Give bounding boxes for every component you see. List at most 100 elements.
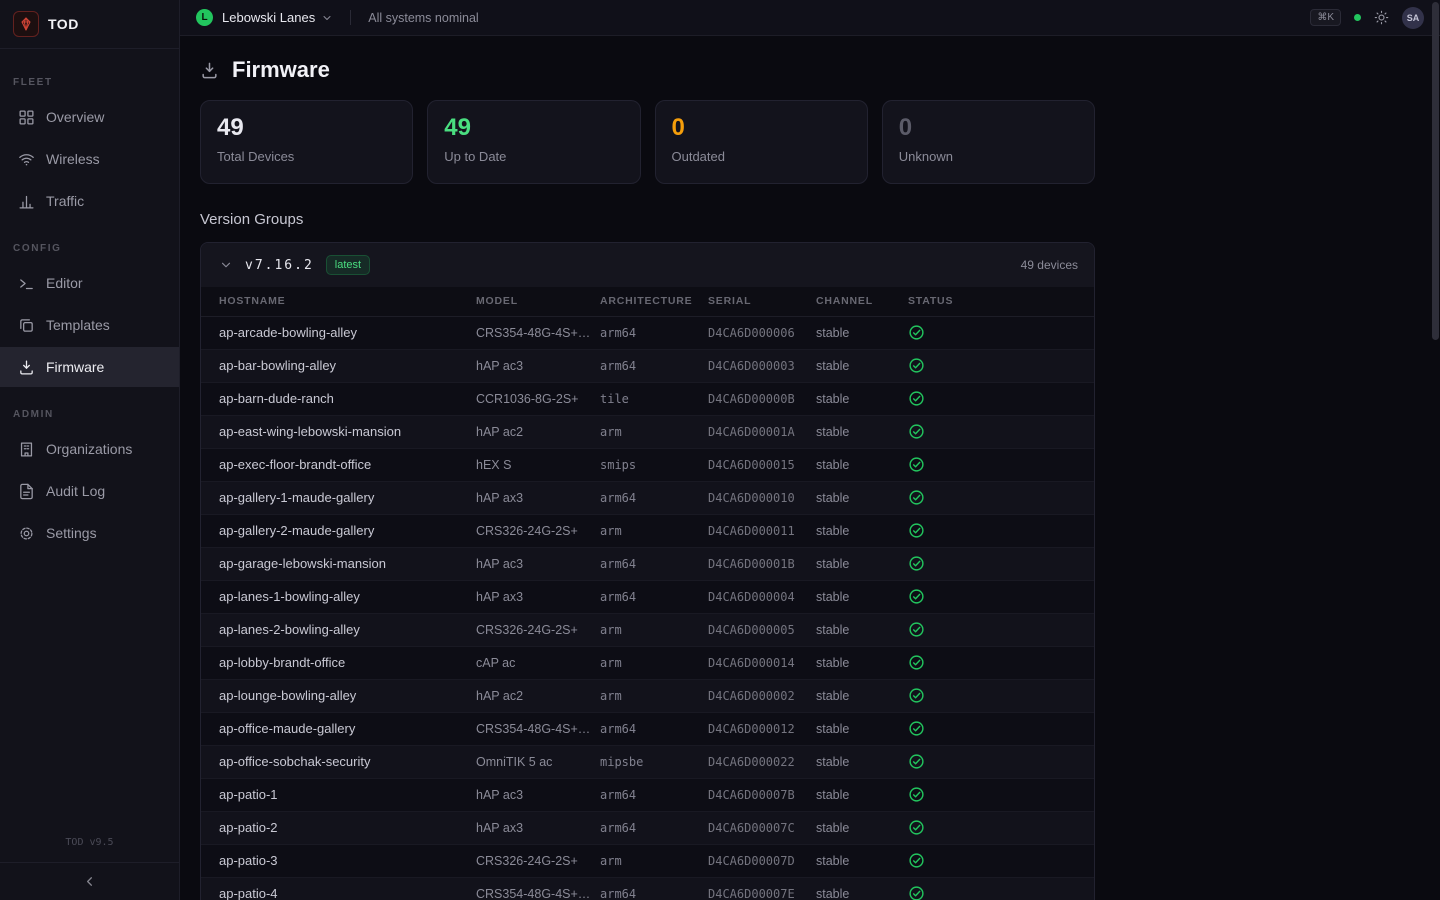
org-avatar: L — [196, 9, 213, 26]
version-label: v7.16.2 — [245, 258, 314, 273]
cell-channel: stable — [816, 811, 908, 844]
cell-serial: D4CA6D00000B — [708, 382, 816, 415]
stat-label: Total Devices — [217, 149, 396, 164]
sidebar-item-label: Audit Log — [46, 483, 105, 499]
cell-channel: stable — [816, 679, 908, 712]
col-model: MODEL — [476, 287, 600, 316]
check-circle-icon — [908, 357, 925, 374]
check-circle-icon — [908, 456, 925, 473]
sidebar-item-traffic[interactable]: Traffic — [0, 181, 179, 221]
table-row[interactable]: ap-gallery-1-maude-gallery hAP ax3 arm64… — [201, 481, 1094, 514]
cell-model: OmniTIK 5 ac — [476, 745, 600, 778]
stat-card-total-devices: 49 Total Devices — [200, 100, 413, 184]
cell-serial: D4CA6D000010 — [708, 481, 816, 514]
table-row[interactable]: ap-office-maude-gallery CRS354-48G-4S+… … — [201, 712, 1094, 745]
table-row[interactable]: ap-office-sobchak-security OmniTIK 5 ac … — [201, 745, 1094, 778]
table-row[interactable]: ap-east-wing-lebowski-mansion hAP ac2 ar… — [201, 415, 1094, 448]
sidebar-item-templates[interactable]: Templates — [0, 305, 179, 345]
cell-serial: D4CA6D000011 — [708, 514, 816, 547]
table-row[interactable]: ap-exec-floor-brandt-office hEX S smips … — [201, 448, 1094, 481]
device-table-body: ap-arcade-bowling-alley CRS354-48G-4S+… … — [201, 316, 1094, 900]
chevron-left-icon — [82, 874, 97, 889]
cell-serial: D4CA6D000003 — [708, 349, 816, 382]
cell-status — [908, 844, 1094, 877]
cell-status — [908, 382, 1094, 415]
sidebar-nav: FLEET Overview Wireless Traffic CONFIG — [0, 49, 179, 837]
app-logo-icon — [13, 11, 39, 37]
table-row[interactable]: ap-gallery-2-maude-gallery CRS326-24G-2S… — [201, 514, 1094, 547]
check-circle-icon — [908, 390, 925, 407]
cell-serial: D4CA6D00007E — [708, 877, 816, 900]
cell-serial: D4CA6D00001B — [708, 547, 816, 580]
sidebar-item-label: Templates — [46, 317, 110, 333]
table-row[interactable]: ap-lanes-1-bowling-alley hAP ax3 arm64 D… — [201, 580, 1094, 613]
table-row[interactable]: ap-patio-4 CRS354-48G-4S+… arm64 D4CA6D0… — [201, 877, 1094, 900]
cell-hostname: ap-patio-2 — [201, 811, 476, 844]
copy-icon — [18, 317, 35, 334]
stat-card-unknown: 0 Unknown — [882, 100, 1095, 184]
cell-model: hAP ax3 — [476, 811, 600, 844]
cell-architecture: mipsbe — [600, 745, 708, 778]
cell-architecture: arm — [600, 646, 708, 679]
cell-serial: D4CA6D000015 — [708, 448, 816, 481]
table-row[interactable]: ap-garage-lebowski-mansion hAP ac3 arm64… — [201, 547, 1094, 580]
cell-serial: D4CA6D000005 — [708, 613, 816, 646]
cell-hostname: ap-patio-4 — [201, 877, 476, 900]
cell-model: hAP ax3 — [476, 481, 600, 514]
table-row[interactable]: ap-arcade-bowling-alley CRS354-48G-4S+… … — [201, 316, 1094, 349]
table-row[interactable]: ap-lanes-2-bowling-alley CRS326-24G-2S+ … — [201, 613, 1094, 646]
user-avatar[interactable]: SA — [1402, 7, 1424, 29]
sidebar-item-organizations[interactable]: Organizations — [0, 429, 179, 469]
command-palette-shortcut[interactable]: ⌘K — [1310, 9, 1341, 26]
check-circle-icon — [908, 687, 925, 704]
cell-model: CRS326-24G-2S+ — [476, 514, 600, 547]
sidebar-collapse-button[interactable] — [0, 862, 179, 900]
sidebar-item-label: Traffic — [46, 193, 84, 209]
chevron-down-icon[interactable] — [219, 258, 233, 272]
sidebar-item-editor[interactable]: Editor — [0, 263, 179, 303]
cell-hostname: ap-lounge-bowling-alley — [201, 679, 476, 712]
sidebar-item-wireless[interactable]: Wireless — [0, 139, 179, 179]
cell-status — [908, 349, 1094, 382]
cell-hostname: ap-east-wing-lebowski-mansion — [201, 415, 476, 448]
cell-architecture: arm64 — [600, 877, 708, 900]
cell-model: CRS354-48G-4S+… — [476, 712, 600, 745]
gear-icon — [18, 525, 35, 542]
cell-hostname: ap-gallery-2-maude-gallery — [201, 514, 476, 547]
table-row[interactable]: ap-patio-3 CRS326-24G-2S+ arm D4CA6D0000… — [201, 844, 1094, 877]
cell-model: hEX S — [476, 448, 600, 481]
theme-toggle-button[interactable] — [1374, 10, 1389, 25]
cell-model: CCR1036-8G-2S+ — [476, 382, 600, 415]
cell-status — [908, 877, 1094, 900]
sidebar-item-firmware[interactable]: Firmware — [0, 347, 179, 387]
app-logo: TOD — [0, 0, 179, 49]
system-status-text: All systems nominal — [368, 11, 478, 25]
device-count: 49 devices — [1021, 258, 1078, 272]
table-row[interactable]: ap-patio-1 hAP ac3 arm64 D4CA6D00007B st… — [201, 778, 1094, 811]
org-switcher[interactable]: L Lebowski Lanes — [196, 9, 333, 26]
cell-architecture: arm64 — [600, 580, 708, 613]
cell-channel: stable — [816, 316, 908, 349]
sidebar-item-overview[interactable]: Overview — [0, 97, 179, 137]
cell-architecture: arm — [600, 844, 708, 877]
table-row[interactable]: ap-patio-2 hAP ax3 arm64 D4CA6D00007C st… — [201, 811, 1094, 844]
table-row[interactable]: ap-lounge-bowling-alley hAP ac2 arm D4CA… — [201, 679, 1094, 712]
cell-architecture: tile — [600, 382, 708, 415]
cell-hostname: ap-gallery-1-maude-gallery — [201, 481, 476, 514]
table-row[interactable]: ap-bar-bowling-alley hAP ac3 arm64 D4CA6… — [201, 349, 1094, 382]
terminal-icon — [18, 275, 35, 292]
cell-status — [908, 613, 1094, 646]
cell-model: hAP ac3 — [476, 349, 600, 382]
stat-value: 0 — [672, 114, 851, 143]
table-row[interactable]: ap-lobby-brandt-office cAP ac arm D4CA6D… — [201, 646, 1094, 679]
vertical-scrollbar[interactable] — [1432, 2, 1439, 340]
latest-badge: latest — [326, 255, 370, 275]
sidebar-item-audit-log[interactable]: Audit Log — [0, 471, 179, 511]
cell-architecture: arm — [600, 613, 708, 646]
sidebar-item-label: Overview — [46, 109, 104, 125]
sidebar-item-settings[interactable]: Settings — [0, 513, 179, 553]
cell-status — [908, 580, 1094, 613]
table-row[interactable]: ap-barn-dude-ranch CCR1036-8G-2S+ tile D… — [201, 382, 1094, 415]
check-circle-icon — [908, 654, 925, 671]
version-group-header[interactable]: v7.16.2 latest 49 devices — [201, 243, 1094, 287]
